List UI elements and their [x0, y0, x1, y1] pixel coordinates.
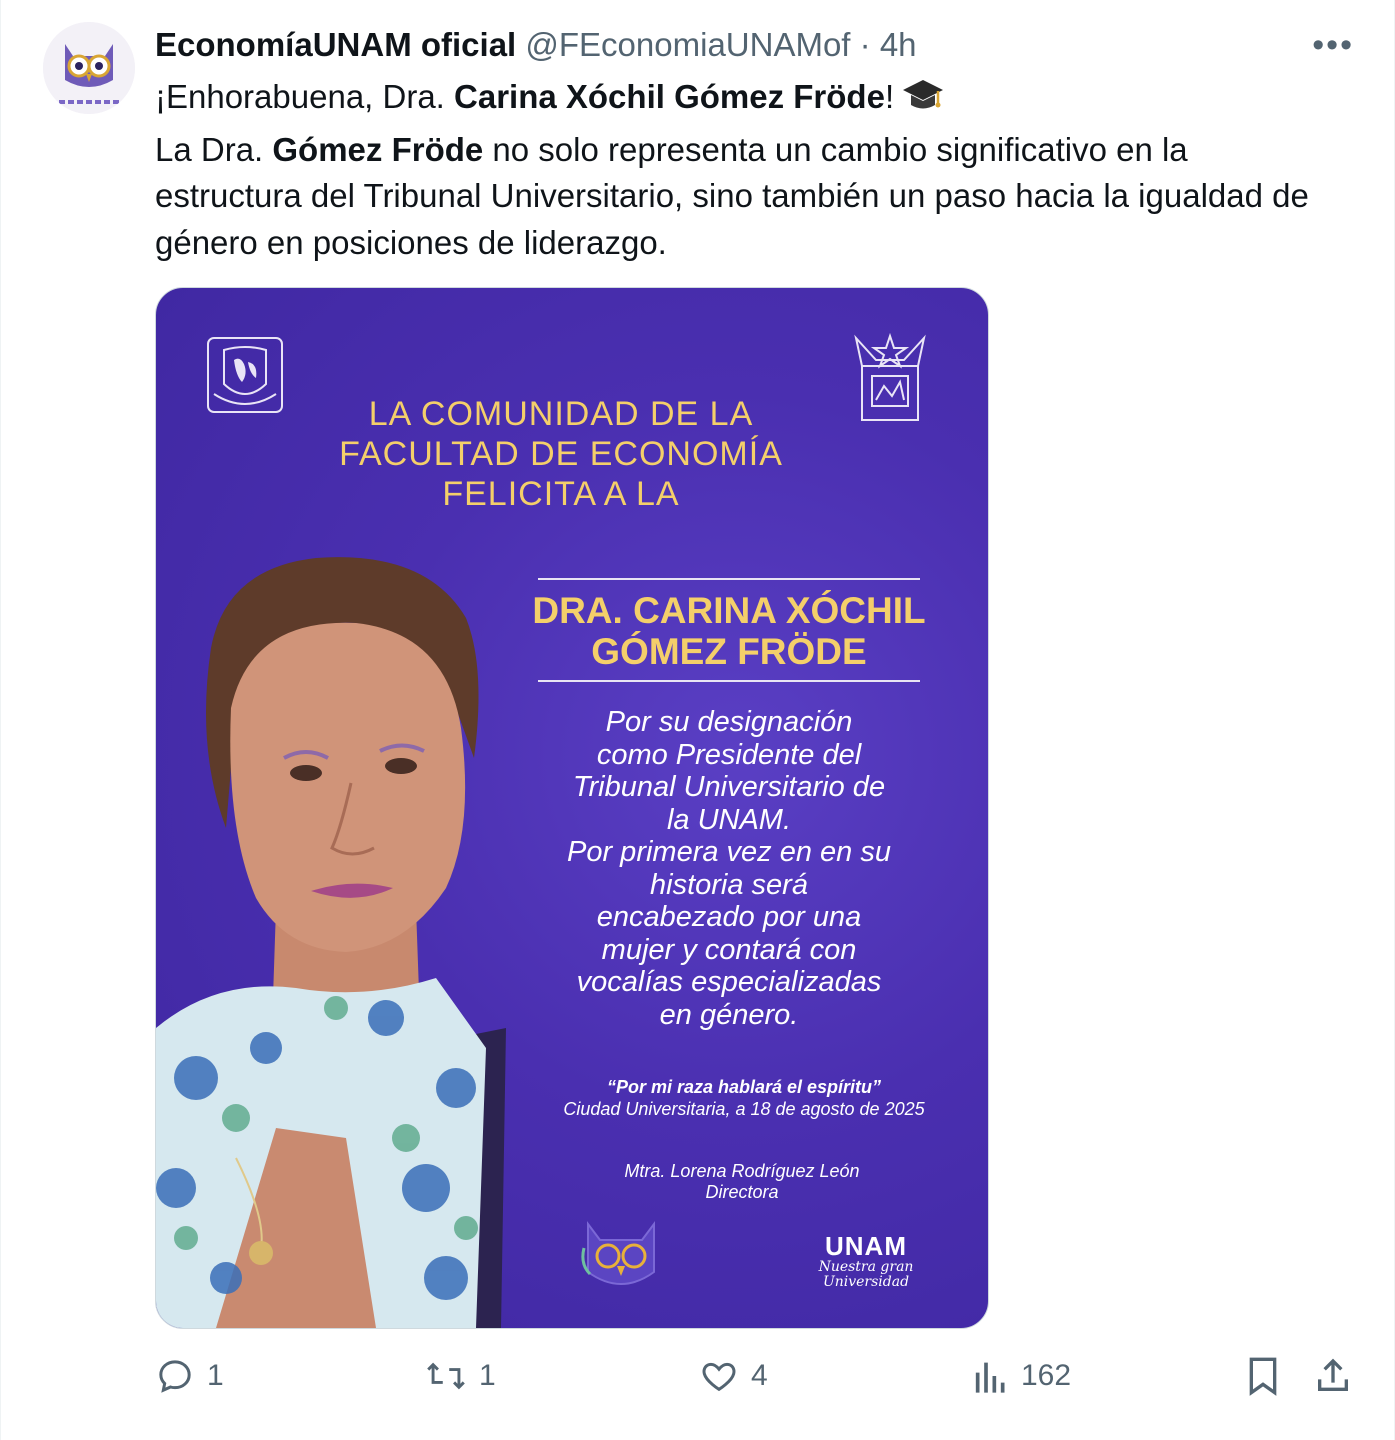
reason-line: en género.: [659, 998, 799, 1031]
tweet-line-2: La Dra. Gómez Fröde no solo representa u…: [155, 127, 1315, 267]
avatar[interactable]: [43, 22, 135, 114]
repost-icon: [425, 1356, 467, 1396]
reply-icon: [155, 1356, 195, 1396]
place-date: Ciudad Universitaria, a 18 de agosto de …: [563, 1099, 925, 1119]
graduation-cap-icon: [902, 78, 944, 127]
repost-button[interactable]: 1: [425, 1356, 496, 1396]
reason-line: la UNAM.: [666, 803, 792, 836]
reason-line: como Presidente del: [596, 738, 862, 771]
owl-logo-icon: [580, 1218, 662, 1299]
reply-button[interactable]: 1: [155, 1356, 224, 1396]
honoree-name: DRA. CARINA XÓCHIL GÓMEZ FRÖDE: [508, 590, 950, 672]
text-bold-name: Carina Xóchil Gómez Fröde: [454, 78, 885, 115]
signer: Mtra. Lorena Rodríguez León Directora: [556, 1161, 928, 1203]
tweet-text: ¡Enhorabuena, Dra. Carina Xóchil Gómez F…: [155, 74, 1315, 266]
tweet: EconomíaUNAM oficial @FEconomiaUNAMof · …: [0, 0, 1395, 1440]
separator-dot: ·: [859, 26, 871, 63]
reason-line: Por su designación: [605, 706, 853, 738]
text-segment: ¡Enhorabuena, Dra.: [155, 78, 455, 115]
signer-title: Directora: [705, 1182, 779, 1202]
headline-line: LA COMUNIDAD DE LA: [368, 395, 754, 433]
unam-logo-text: UNAM: [825, 1231, 907, 1261]
designation-text: Por su designación como Presidente del T…: [521, 706, 937, 1031]
like-count: 4: [751, 1359, 768, 1392]
tweet-header: EconomíaUNAM oficial @FEconomiaUNAMof · …: [155, 24, 917, 66]
post-time[interactable]: 4h: [880, 26, 917, 63]
views-button[interactable]: 162: [973, 1356, 1071, 1396]
author-handle[interactable]: @FEconomiaUNAMof: [525, 26, 850, 63]
text-segment: La Dra.: [155, 130, 273, 168]
author-name[interactable]: EconomíaUNAM oficial: [155, 26, 516, 63]
unam-logo: UNAM Nuestra gran Universidad: [816, 1232, 916, 1290]
repost-count: 1: [479, 1359, 496, 1392]
reply-count: 1: [207, 1359, 224, 1392]
economia-seal-icon: [852, 330, 928, 431]
headline-line: FELICITA A LA: [442, 475, 680, 513]
divider-bottom: [538, 680, 920, 682]
divider-top: [538, 578, 920, 580]
views-chart-icon: [973, 1356, 1009, 1396]
reason-line: mujer y contará con: [601, 933, 857, 966]
heart-icon: [699, 1356, 739, 1396]
share-icon: [1313, 1356, 1353, 1396]
reason-line: encabezado por una: [596, 901, 862, 933]
share-button[interactable]: [1313, 1356, 1353, 1396]
unam-seal-icon: [204, 334, 286, 421]
text-segment: !: [884, 78, 895, 115]
owl-avatar-icon: [43, 22, 135, 114]
reason-line: Tribunal Universitario de: [572, 771, 886, 803]
views-count: 162: [1021, 1359, 1072, 1392]
like-button[interactable]: 4: [699, 1356, 768, 1396]
reason-line: historia será: [650, 868, 808, 901]
headline-line: FACULTAD DE ECONOMÍA: [339, 435, 783, 473]
post-image[interactable]: LA COMUNIDAD DE LA FACULTAD DE ECONOMÍA …: [155, 287, 989, 1329]
text-bold-name: Gómez Fröde: [272, 130, 484, 168]
unam-slogan: Nuestra gran Universidad: [818, 1259, 914, 1290]
reason-line: Por primera vez en en su: [567, 836, 891, 868]
motto: “Por mi raza hablará el espíritu”: [606, 1077, 882, 1097]
honoree-line: DRA. CARINA XÓCHIL: [532, 590, 926, 631]
reason-line: vocalías especializadas: [576, 966, 882, 998]
tweet-line-1: ¡Enhorabuena, Dra. Carina Xóchil Gómez F…: [155, 74, 1315, 127]
bookmark-button[interactable]: [1245, 1356, 1281, 1396]
action-bar: 1 1 4 162: [155, 1356, 1355, 1406]
image-headline: LA COMUNIDAD DE LA FACULTAD DE ECONOMÍA …: [306, 394, 816, 514]
signer-name: Mtra. Lorena Rodríguez León: [624, 1161, 860, 1181]
bookmark-icon: [1245, 1356, 1281, 1396]
honoree-line: GÓMEZ FRÖDE: [591, 631, 867, 672]
more-options-icon[interactable]: •••: [1312, 26, 1354, 65]
